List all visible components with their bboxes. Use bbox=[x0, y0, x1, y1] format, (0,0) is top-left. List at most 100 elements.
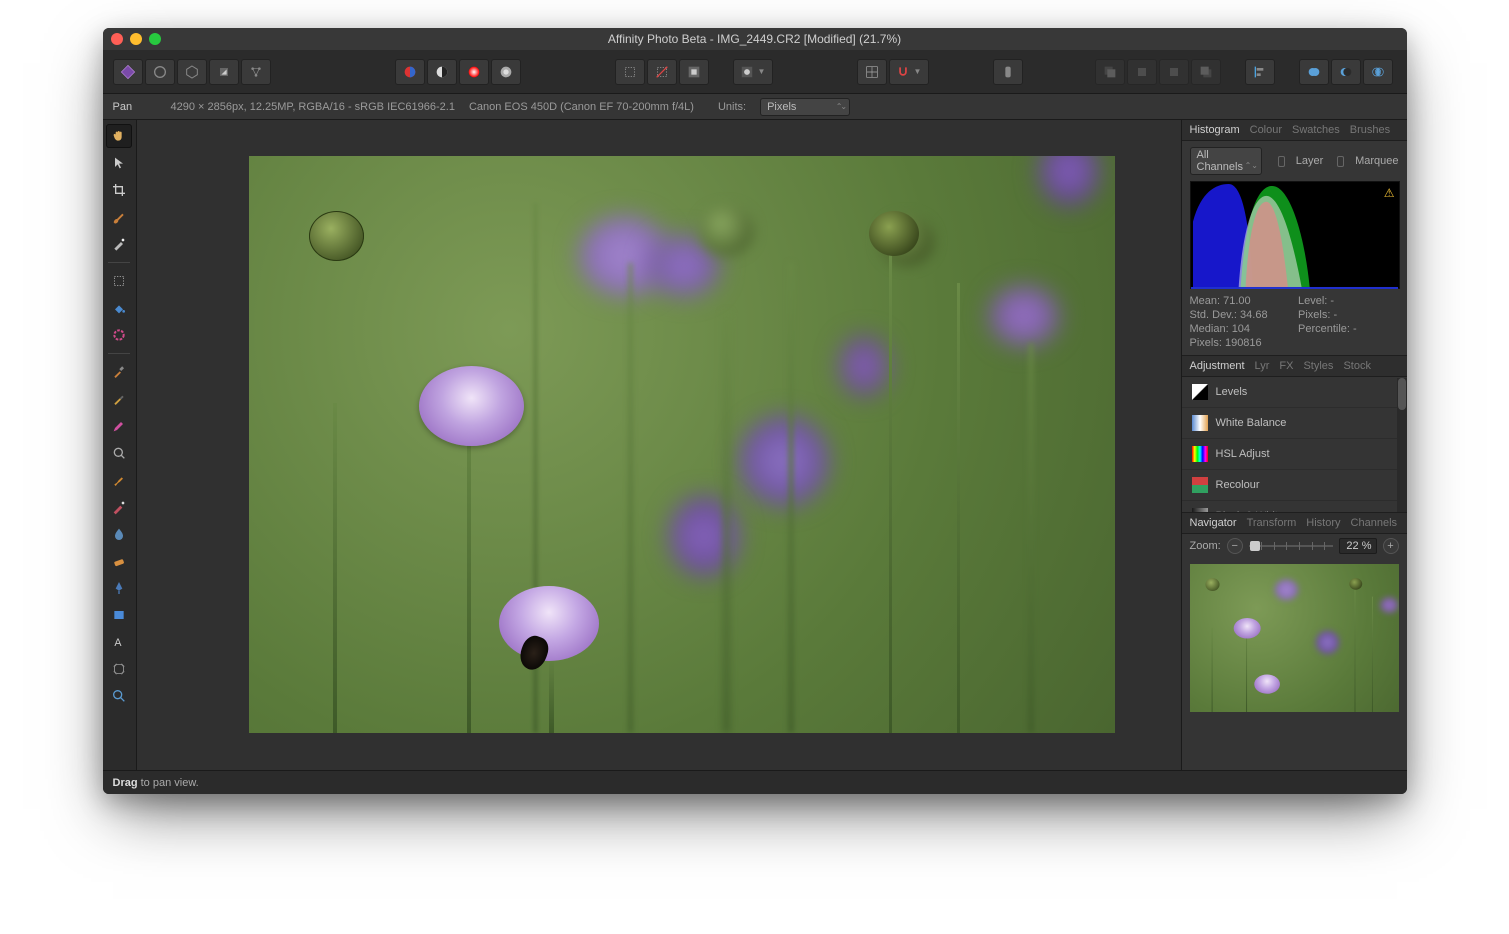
arrange-back-icon[interactable] bbox=[1095, 59, 1125, 85]
workspace: A bbox=[103, 120, 1407, 770]
tab-adjustment[interactable]: Adjustment bbox=[1190, 360, 1245, 372]
tab-navigator[interactable]: Navigator bbox=[1190, 517, 1237, 529]
tab-layers[interactable]: Lyr bbox=[1255, 360, 1270, 372]
persona-tone-icon[interactable] bbox=[209, 59, 239, 85]
dodge-tool[interactable] bbox=[106, 468, 132, 492]
pen-tool[interactable] bbox=[106, 576, 132, 600]
adjustment-scrollbar[interactable] bbox=[1397, 378, 1407, 512]
tab-stock[interactable]: Stock bbox=[1343, 360, 1371, 372]
eyedropper-tool[interactable] bbox=[106, 441, 132, 465]
stat-mean: Mean: 71.00 bbox=[1190, 295, 1291, 307]
histogram-channel-select[interactable]: All Channels bbox=[1190, 147, 1262, 175]
color-wheel-icon[interactable] bbox=[459, 59, 489, 85]
stat-pixels2: Pixels: - bbox=[1298, 309, 1399, 321]
titlebar: Affinity Photo Beta - IMG_2449.CR2 [Modi… bbox=[103, 28, 1407, 50]
erase-tool[interactable] bbox=[106, 387, 132, 411]
text-tool[interactable]: A bbox=[106, 630, 132, 654]
blur-tool[interactable] bbox=[106, 522, 132, 546]
tab-channels[interactable]: Channels bbox=[1351, 517, 1397, 529]
marquee-tool[interactable] bbox=[106, 269, 132, 293]
window-title: Affinity Photo Beta - IMG_2449.CR2 [Modi… bbox=[103, 32, 1407, 46]
move-tool[interactable] bbox=[106, 151, 132, 175]
window-controls bbox=[111, 33, 161, 45]
arrange-backward-icon[interactable] bbox=[1127, 59, 1157, 85]
tone-circle-icon[interactable] bbox=[491, 59, 521, 85]
contrast-view-icon[interactable] bbox=[427, 59, 457, 85]
histogram-panel: Histogram Colour Swatches Brushes All Ch… bbox=[1182, 120, 1407, 355]
adjustment-levels[interactable]: Levels bbox=[1182, 377, 1407, 408]
top-toolbar: ▼ ▼ bbox=[103, 50, 1407, 94]
adjustment-black-white[interactable]: Black & White bbox=[1182, 501, 1407, 512]
adjustment-hsl[interactable]: HSL Adjust bbox=[1182, 439, 1407, 470]
tab-brushes[interactable]: Brushes bbox=[1350, 124, 1390, 136]
arrange-forward-icon[interactable] bbox=[1159, 59, 1189, 85]
zoom-in-button[interactable]: + bbox=[1383, 538, 1399, 554]
color-picker-tool[interactable] bbox=[106, 360, 132, 384]
align-icon[interactable] bbox=[1245, 59, 1275, 85]
units-select[interactable]: Pixels bbox=[760, 98, 850, 116]
deselect-icon[interactable] bbox=[647, 59, 677, 85]
units-label: Units: bbox=[718, 101, 746, 113]
boolean-intersect-icon[interactable] bbox=[1363, 59, 1393, 85]
rectangle-tool[interactable] bbox=[106, 603, 132, 627]
tab-swatches[interactable]: Swatches bbox=[1292, 124, 1340, 136]
tab-histogram[interactable]: Histogram bbox=[1190, 124, 1240, 136]
adjustment-label: HSL Adjust bbox=[1216, 448, 1270, 460]
stat-level: Level: - bbox=[1298, 295, 1399, 307]
bw-icon bbox=[1192, 508, 1208, 512]
persona-liquify-icon[interactable] bbox=[145, 59, 175, 85]
assistant-icon[interactable] bbox=[993, 59, 1023, 85]
active-tool-label: Pan bbox=[113, 101, 157, 113]
canvas-area[interactable] bbox=[137, 120, 1181, 770]
zoom-slider[interactable] bbox=[1249, 538, 1333, 554]
heal-tool[interactable] bbox=[106, 232, 132, 256]
magnifier-tool[interactable] bbox=[106, 684, 132, 708]
paintbrush-tool[interactable] bbox=[106, 205, 132, 229]
context-bar: Pan 4290 × 2856px, 12.25MP, RGBA/16 - sR… bbox=[103, 94, 1407, 120]
tab-history[interactable]: History bbox=[1306, 517, 1340, 529]
tab-transform[interactable]: Transform bbox=[1247, 517, 1297, 529]
stat-pixels: Pixels: 190816 bbox=[1190, 337, 1291, 349]
stat-stddev: Std. Dev.: 34.68 bbox=[1190, 309, 1291, 321]
marquee-checkbox[interactable] bbox=[1337, 156, 1344, 167]
zoom-value[interactable]: 22 % bbox=[1339, 538, 1377, 554]
split-view-icon[interactable] bbox=[395, 59, 425, 85]
status-hint: to pan view. bbox=[141, 777, 199, 789]
minimize-button[interactable] bbox=[130, 33, 142, 45]
tab-styles[interactable]: Styles bbox=[1303, 360, 1333, 372]
zoom-out-button[interactable]: − bbox=[1227, 538, 1243, 554]
hand-tool[interactable] bbox=[106, 124, 132, 148]
smudge-tool[interactable] bbox=[106, 323, 132, 347]
close-button[interactable] bbox=[111, 33, 123, 45]
persona-export-icon[interactable] bbox=[241, 59, 271, 85]
pencil-tool[interactable] bbox=[106, 414, 132, 438]
navigator-preview[interactable] bbox=[1190, 564, 1399, 712]
mesh-warp-tool[interactable] bbox=[106, 657, 132, 681]
sponge-tool[interactable] bbox=[106, 549, 132, 573]
arrange-front-icon[interactable] bbox=[1191, 59, 1221, 85]
invert-selection-icon[interactable] bbox=[679, 59, 709, 85]
hsl-icon bbox=[1192, 446, 1208, 462]
boolean-add-icon[interactable] bbox=[1299, 59, 1329, 85]
persona-develop-icon[interactable] bbox=[177, 59, 207, 85]
adjustment-recolour[interactable]: Recolour bbox=[1182, 470, 1407, 501]
tab-colour[interactable]: Colour bbox=[1250, 124, 1282, 136]
marquee-rect-icon[interactable] bbox=[615, 59, 645, 85]
document-canvas[interactable] bbox=[249, 156, 1115, 733]
clone-tool[interactable] bbox=[106, 495, 132, 519]
tab-fx[interactable]: FX bbox=[1279, 360, 1293, 372]
layer-checkbox[interactable] bbox=[1278, 156, 1285, 167]
crop-tool[interactable] bbox=[106, 178, 132, 202]
histogram-stats: Mean: 71.00 Level: - Std. Dev.: 34.68 Pi… bbox=[1190, 295, 1399, 349]
right-panels: Histogram Colour Swatches Brushes All Ch… bbox=[1181, 120, 1407, 770]
quick-mask-dropdown[interactable]: ▼ bbox=[733, 59, 773, 85]
adjustment-white-balance[interactable]: White Balance bbox=[1182, 408, 1407, 439]
grid-icon[interactable] bbox=[857, 59, 887, 85]
snapping-dropdown[interactable]: ▼ bbox=[889, 59, 929, 85]
histogram-display: ⚠ bbox=[1190, 181, 1400, 289]
maximize-button[interactable] bbox=[149, 33, 161, 45]
persona-photo-icon[interactable] bbox=[113, 59, 143, 85]
boolean-subtract-icon[interactable] bbox=[1331, 59, 1361, 85]
stat-percentile: Percentile: - bbox=[1298, 323, 1399, 335]
flood-fill-tool[interactable] bbox=[106, 296, 132, 320]
